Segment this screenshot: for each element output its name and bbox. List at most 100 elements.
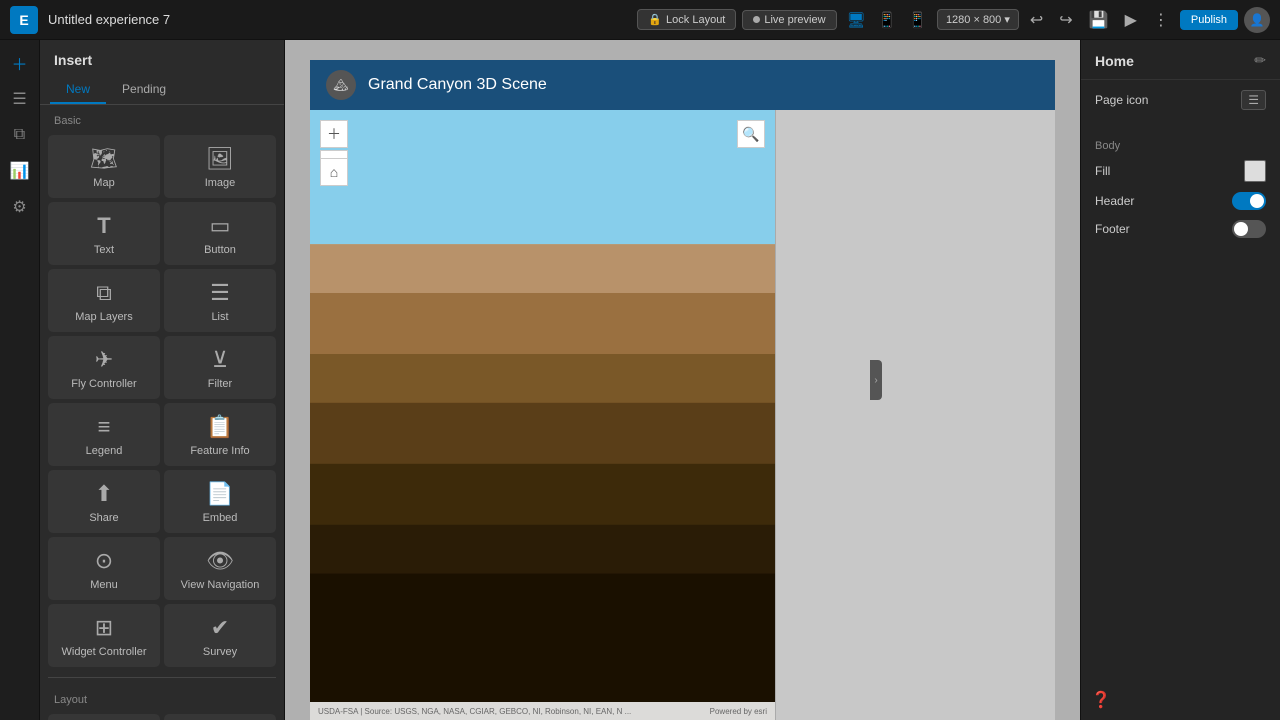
sidebar-layers-icon[interactable]: ⧉ xyxy=(5,120,35,150)
widget-filter[interactable]: ⊻ Filter xyxy=(164,336,276,399)
footer-label: Footer xyxy=(1095,222,1130,236)
play-button[interactable]: ▶ xyxy=(1120,7,1142,33)
right-panel-header: Home ✏ xyxy=(1081,40,1280,80)
topbar-actions: 🔒 Lock Layout Live preview 🖥 📱 📱 1280 × … xyxy=(637,7,1270,33)
live-preview-button[interactable]: Live preview xyxy=(742,10,836,30)
fill-label: Fill xyxy=(1095,164,1110,178)
right-panel: Home ✏ Page icon ☰ Body Fill Header Foot… xyxy=(1080,40,1280,720)
widget-map[interactable]: 🗺 Map xyxy=(48,135,160,198)
sidebar-insert-icon[interactable]: ＋ xyxy=(5,48,35,78)
map-attribution: USDA-FSA | Source: USGS, NGA, NASA, CGIA… xyxy=(318,707,631,716)
widget-view-navigation[interactable]: 👁 View Navigation xyxy=(164,537,276,600)
resolution-button[interactable]: 1280 × 800 ▾ xyxy=(937,9,1019,30)
save-button[interactable]: 💾 xyxy=(1084,7,1114,33)
sidebar-settings-icon[interactable]: ⚙ xyxy=(5,192,35,222)
widget-survey-label: Survey xyxy=(203,646,237,658)
widget-legend-label: Legend xyxy=(86,445,123,457)
layout-widget-grid: ▭ ⊟ xyxy=(40,710,284,720)
experience-body: ＋ － ⌂ 🔍 USDA-FSA | Source: USGS, NGA, NA… xyxy=(310,110,1055,720)
widget-map-layers-label: Map Layers xyxy=(75,311,132,323)
widget-survey[interactable]: ✔ Survey xyxy=(164,604,276,667)
header-toggle[interactable] xyxy=(1232,192,1266,210)
edit-icon[interactable]: ✏ xyxy=(1254,52,1266,69)
text-icon: T xyxy=(97,213,110,239)
widget-image[interactable]: 🖼 Image xyxy=(164,135,276,198)
widget-map-layers[interactable]: ⧉ Map Layers xyxy=(48,269,160,332)
survey-icon: ✔ xyxy=(211,615,229,641)
widget-legend[interactable]: ≡ Legend xyxy=(48,403,160,466)
widget-menu[interactable]: ⊙ Menu xyxy=(48,537,160,600)
footer-toggle[interactable] xyxy=(1232,220,1266,238)
canvas-area: 🏔 Grand Canyon 3D Scene xyxy=(285,40,1080,720)
user-avatar[interactable]: 👤 xyxy=(1244,7,1270,33)
widget-text[interactable]: T Text xyxy=(48,202,160,265)
experience-header-title: Grand Canyon 3D Scene xyxy=(368,76,547,94)
lock-layout-button[interactable]: 🔒 Lock Layout xyxy=(637,9,736,30)
mobile-icon[interactable]: 📱 xyxy=(904,9,931,31)
widget-list[interactable]: ☰ List xyxy=(164,269,276,332)
page-icon-button[interactable]: ☰ xyxy=(1241,90,1266,110)
desktop-icon[interactable]: 🖥 xyxy=(843,9,870,31)
map-side-panel xyxy=(775,110,1055,720)
fill-row: Fill xyxy=(1095,160,1266,182)
page-icon-label: Page icon xyxy=(1095,93,1148,107)
experience-frame: 🏔 Grand Canyon 3D Scene xyxy=(310,60,1055,720)
widget-fly-controller[interactable]: ✈ Fly Controller xyxy=(48,336,160,399)
device-switcher: 🖥 📱 📱 xyxy=(843,9,931,31)
widget-embed-label: Embed xyxy=(203,512,238,524)
sidebar-data-icon[interactable]: 📊 xyxy=(5,156,35,186)
section-layout-label: Layout xyxy=(40,684,284,710)
layout-single[interactable]: ▭ xyxy=(48,714,160,720)
insert-panel-header: Insert xyxy=(40,40,284,76)
tab-new[interactable]: New xyxy=(50,76,106,104)
widget-text-label: Text xyxy=(94,244,114,256)
widget-embed[interactable]: 📄 Embed xyxy=(164,470,276,533)
more-options-button[interactable]: ⋮ xyxy=(1148,7,1174,33)
widget-share-label: Share xyxy=(89,512,118,524)
main-area: ＋ ☰ ⧉ 📊 ⚙ Insert New Pending Basic 🗺 Map… xyxy=(0,40,1280,720)
fill-color-swatch[interactable] xyxy=(1244,160,1266,182)
layout-divider xyxy=(48,677,276,678)
page-icon-section: Page icon ☰ xyxy=(1081,80,1280,130)
publish-button[interactable]: Publish xyxy=(1180,10,1238,30)
widget-fly-controller-label: Fly Controller xyxy=(71,378,136,390)
help-icon[interactable]: ❓ xyxy=(1091,690,1111,710)
tablet-icon[interactable]: 📱 xyxy=(874,9,901,31)
tab-pending[interactable]: Pending xyxy=(106,76,182,104)
widget-feature-info[interactable]: 📋 Feature Info xyxy=(164,403,276,466)
button-icon: ▭ xyxy=(210,213,231,239)
page-icon-row: Page icon ☰ xyxy=(1095,90,1266,110)
redo-button[interactable]: ↪ xyxy=(1054,7,1077,33)
widget-feature-info-label: Feature Info xyxy=(190,445,249,457)
widget-widget-controller[interactable]: ⊞ Widget Controller xyxy=(48,604,160,667)
widget-map-label: Map xyxy=(93,177,114,189)
map-home-button[interactable]: ⌂ xyxy=(320,158,348,186)
sidebar-pages-icon[interactable]: ☰ xyxy=(5,84,35,114)
right-panel-title: Home xyxy=(1095,53,1134,69)
lock-icon: 🔒 xyxy=(648,13,662,26)
map-terrain-image xyxy=(310,110,775,720)
zoom-in-button[interactable]: ＋ xyxy=(320,120,348,148)
embed-icon: 📄 xyxy=(206,481,233,507)
section-basic-label: Basic xyxy=(40,105,284,131)
map-container[interactable]: ＋ － ⌂ 🔍 USDA-FSA | Source: USGS, NGA, NA… xyxy=(310,110,775,720)
legend-icon: ≡ xyxy=(98,414,111,440)
widget-controller-icon: ⊞ xyxy=(95,615,113,641)
widget-widget-controller-label: Widget Controller xyxy=(62,646,147,658)
map-search-button[interactable]: 🔍 xyxy=(737,120,765,148)
undo-button[interactable]: ↩ xyxy=(1025,7,1048,33)
widget-grid: 🗺 Map 🖼 Image T Text ▭ Button ⧉ Map Laye… xyxy=(40,131,284,671)
widget-button[interactable]: ▭ Button xyxy=(164,202,276,265)
experience-header-icon: 🏔 xyxy=(326,70,356,100)
collapse-panel-handle[interactable]: › xyxy=(870,360,882,400)
image-icon: 🖼 xyxy=(206,146,234,172)
list-icon: ☰ xyxy=(210,280,230,306)
map-layers-icon: ⧉ xyxy=(96,280,112,306)
widget-share[interactable]: ⬆ Share xyxy=(48,470,160,533)
share-icon: ⬆ xyxy=(95,481,113,507)
filter-icon: ⊻ xyxy=(212,347,228,373)
widget-menu-label: Menu xyxy=(90,579,118,591)
body-section-label: Body xyxy=(1095,140,1266,152)
topbar: E Untitled experience 7 🔒 Lock Layout Li… xyxy=(0,0,1280,40)
layout-split[interactable]: ⊟ xyxy=(164,714,276,720)
